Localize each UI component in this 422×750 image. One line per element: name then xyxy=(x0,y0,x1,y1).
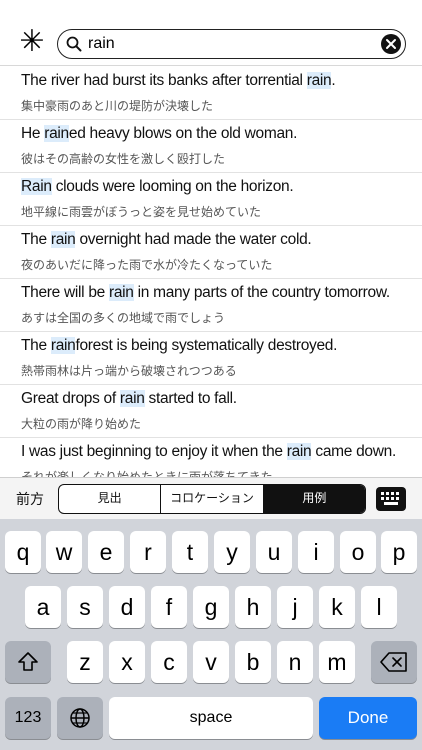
key-c[interactable]: c xyxy=(151,641,187,683)
key-e[interactable]: e xyxy=(88,531,124,573)
list-item[interactable]: Rain clouds were looming on the horizon.… xyxy=(0,173,422,226)
globe-key[interactable] xyxy=(57,697,103,739)
example-japanese: あすは全国の多くの地域で雨でしょう xyxy=(21,311,226,325)
key-n[interactable]: n xyxy=(277,641,313,683)
key-b[interactable]: b xyxy=(235,641,271,683)
example-japanese: 集中豪雨のあと川の堤防が決壊した xyxy=(21,99,214,113)
list-item[interactable]: The rain overnight had made the water co… xyxy=(0,226,422,279)
example-japanese: 彼はその高齢の女性を激しく殴打した xyxy=(21,152,226,166)
segment-collocation[interactable]: コロケーション xyxy=(161,485,264,513)
example-japanese: 熱帯雨林は片っ端から破壊されつつある xyxy=(21,364,237,378)
key-m[interactable]: m xyxy=(319,641,355,683)
key-w[interactable]: w xyxy=(46,531,82,573)
search-input[interactable] xyxy=(88,33,368,55)
segment-examples[interactable]: 用例 xyxy=(263,485,365,513)
space-key[interactable]: space xyxy=(109,697,313,739)
backspace-key[interactable] xyxy=(371,641,417,683)
search-mode-toolbar: 前方 見出 コロケーション 用例 xyxy=(0,477,422,519)
example-english: Rain clouds were looming on the horizon. xyxy=(21,178,294,195)
key-k[interactable]: k xyxy=(319,586,355,628)
backspace-icon xyxy=(380,652,407,672)
key-h[interactable]: h xyxy=(235,586,271,628)
match-highlight: rain xyxy=(50,231,76,248)
search-field[interactable] xyxy=(57,29,406,59)
example-english: There will be rain in many parts of the … xyxy=(21,284,390,301)
asterisk-icon[interactable]: ✳︎ xyxy=(18,27,46,57)
key-i[interactable]: i xyxy=(298,531,334,573)
numbers-key[interactable]: 123 xyxy=(5,697,51,739)
match-highlight: rain xyxy=(50,337,76,354)
match-highlight: rain xyxy=(306,72,332,89)
list-item[interactable]: Great drops of rain started to fall. 大粒の… xyxy=(0,385,422,438)
list-item[interactable]: I was just beginning to enjoy it when th… xyxy=(0,438,422,477)
example-english: The rain overnight had made the water co… xyxy=(21,231,312,248)
example-japanese: 大粒の雨が降り始めた xyxy=(21,417,142,431)
key-q[interactable]: q xyxy=(5,531,41,573)
list-item[interactable]: The rainforest is being systematically d… xyxy=(0,332,422,385)
key-y[interactable]: y xyxy=(214,531,250,573)
example-english: The river had burst its banks after torr… xyxy=(21,72,336,89)
example-english: I was just beginning to enjoy it when th… xyxy=(21,443,396,460)
key-u[interactable]: u xyxy=(256,531,292,573)
list-item[interactable]: He rained heavy blows on the old woman. … xyxy=(0,120,422,173)
example-japanese: それが楽しくなり始めたときに雨が落ちてきた xyxy=(21,470,273,477)
list-item[interactable]: The river had burst its banks after torr… xyxy=(0,67,422,120)
search-header: ✳︎ xyxy=(0,0,422,66)
keyboard-icon xyxy=(381,492,399,505)
onscreen-keyboard: q w e r t y u i o p a s d f g h j k l z … xyxy=(0,519,422,750)
key-r[interactable]: r xyxy=(130,531,166,573)
match-highlight: rain xyxy=(119,390,145,407)
shift-key[interactable] xyxy=(5,641,51,683)
key-v[interactable]: v xyxy=(193,641,229,683)
list-item[interactable]: There will be rain in many parts of the … xyxy=(0,279,422,332)
search-icon xyxy=(66,36,82,52)
key-a[interactable]: a xyxy=(25,586,61,628)
example-english: He rained heavy blows on the old woman. xyxy=(21,125,298,142)
key-j[interactable]: j xyxy=(277,586,313,628)
clear-search-button[interactable] xyxy=(381,34,401,54)
example-japanese: 夜のあいだに降った雨で水が冷たくなっていた xyxy=(21,258,273,272)
match-mode-button[interactable]: 前方 xyxy=(16,489,44,509)
key-s[interactable]: s xyxy=(67,586,103,628)
key-t[interactable]: t xyxy=(172,531,208,573)
key-d[interactable]: d xyxy=(109,586,145,628)
shift-icon xyxy=(18,652,38,671)
close-icon xyxy=(386,39,396,49)
segment-headword[interactable]: 見出 xyxy=(59,485,162,513)
key-g[interactable]: g xyxy=(193,586,229,628)
example-english: Great drops of rain started to fall. xyxy=(21,390,237,407)
key-o[interactable]: o xyxy=(340,531,376,573)
example-japanese: 地平線に雨雲がぼうっと姿を見せ始めていた xyxy=(21,205,262,219)
keyboard-toggle-button[interactable] xyxy=(376,487,406,511)
segmented-control: 見出 コロケーション 用例 xyxy=(58,484,366,514)
match-highlight: rain xyxy=(44,125,69,142)
match-highlight: rain xyxy=(108,284,134,301)
example-english: The rainforest is being systematically d… xyxy=(21,337,338,354)
key-x[interactable]: x xyxy=(109,641,145,683)
example-list: The river had burst its banks after torr… xyxy=(0,67,422,477)
key-l[interactable]: l xyxy=(361,586,397,628)
key-p[interactable]: p xyxy=(381,531,417,573)
key-z[interactable]: z xyxy=(67,641,103,683)
key-f[interactable]: f xyxy=(151,586,187,628)
match-highlight: rain xyxy=(286,443,312,460)
globe-icon xyxy=(70,708,90,728)
done-key[interactable]: Done xyxy=(319,697,417,739)
match-highlight: Rain xyxy=(21,178,52,195)
